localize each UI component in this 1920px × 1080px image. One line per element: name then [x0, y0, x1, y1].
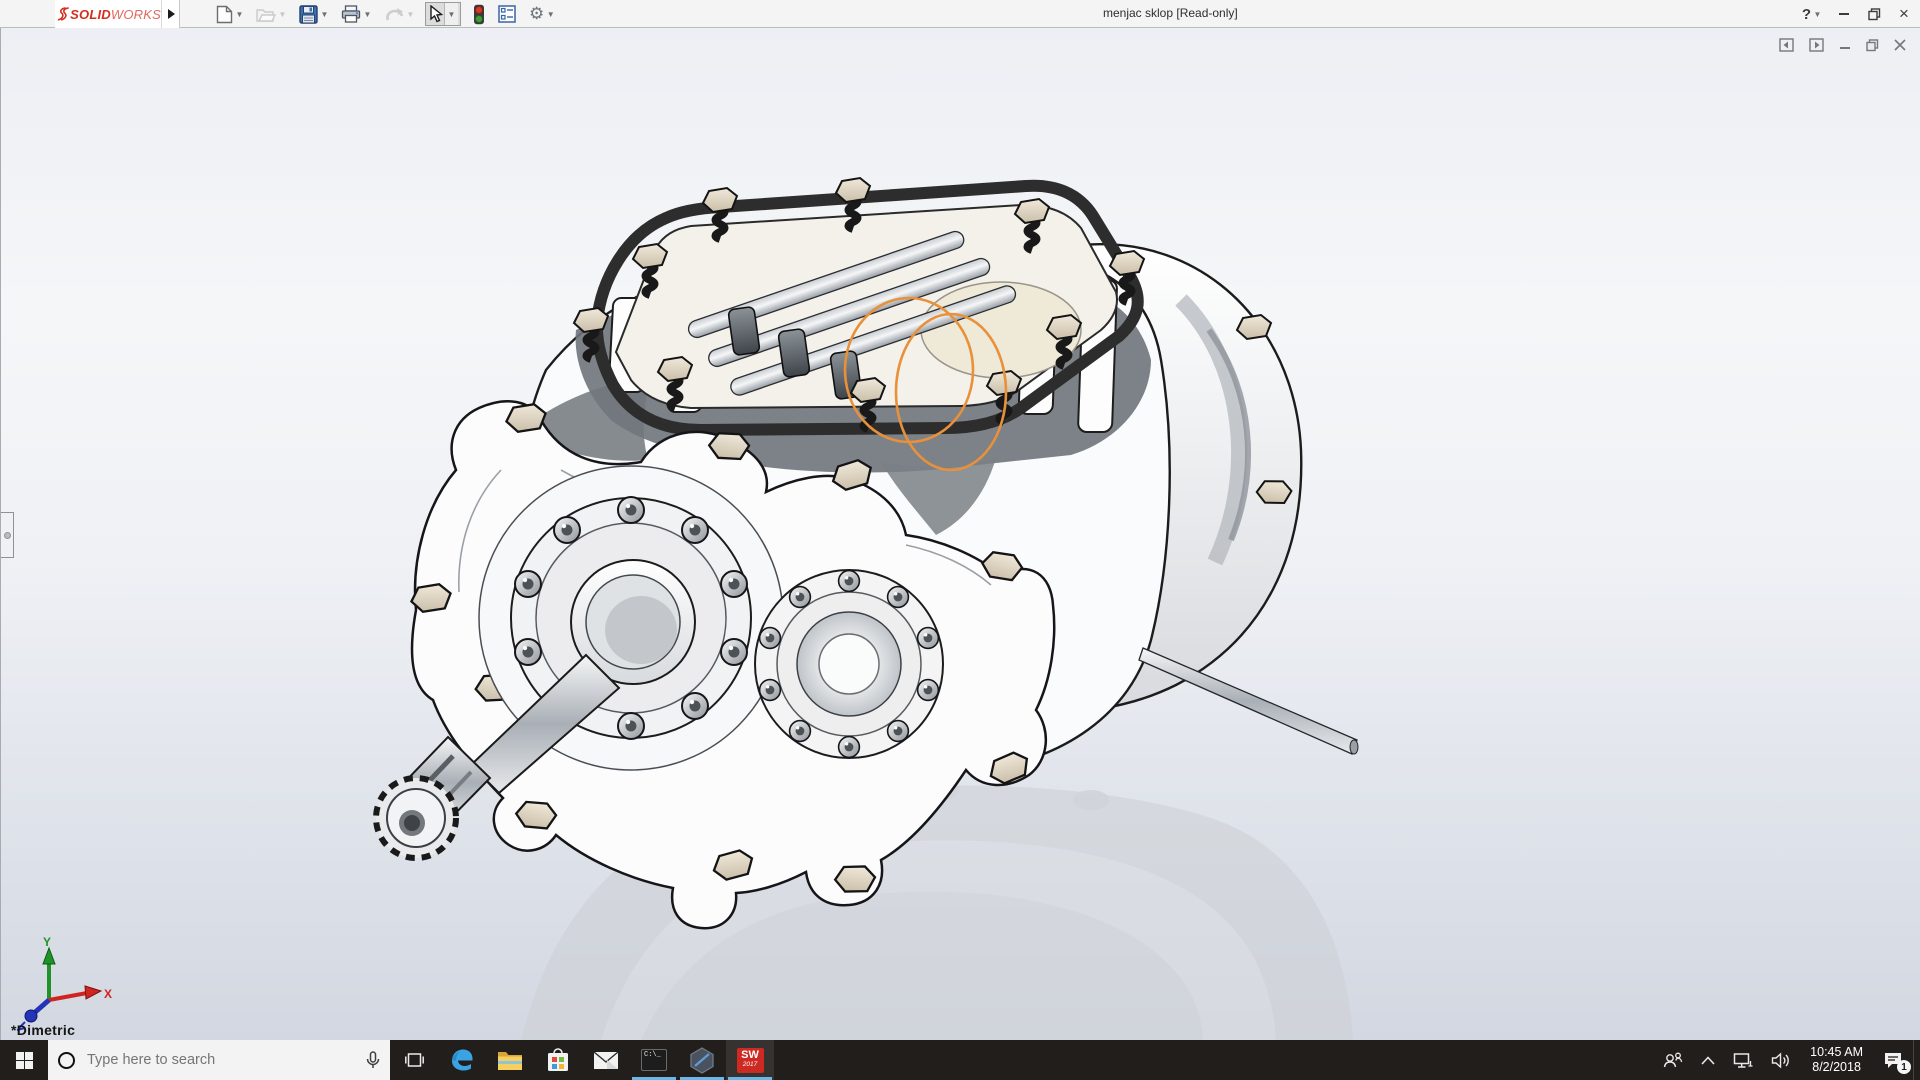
select-tool-button[interactable]: ▼	[425, 2, 461, 26]
select-tool-dropdown[interactable]: ▼	[444, 3, 458, 25]
taskbar-app-composer[interactable]	[678, 1040, 726, 1080]
orientation-triad: Y X	[17, 935, 112, 1030]
notification-badge: 1	[1897, 1060, 1911, 1074]
command-prompt-icon: C:\_	[641, 1049, 667, 1071]
output-rod[interactable]	[1139, 648, 1358, 754]
task-view-button[interactable]	[390, 1040, 438, 1080]
taskbar-app-solidworks-2017[interactable]: SW 2017	[726, 1040, 774, 1080]
new-document-button[interactable]	[216, 4, 233, 24]
open-dropdown[interactable]: ▼	[278, 10, 287, 19]
clock-date: 8/2/2018	[1812, 1060, 1861, 1075]
taskbar-app-file-explorer[interactable]	[486, 1040, 534, 1080]
open-button[interactable]	[256, 4, 276, 24]
taskbar-app-mail[interactable]	[582, 1040, 630, 1080]
triad-y-label: Y	[43, 935, 51, 949]
undo-dropdown[interactable]: ▼	[406, 10, 415, 19]
taskbar-app-command-prompt[interactable]: C:\_	[630, 1040, 678, 1080]
undo-button[interactable]	[384, 4, 404, 24]
solidworks-logo: SOLIDWORKS	[55, 0, 161, 28]
restore-button[interactable]	[1866, 6, 1882, 22]
menu-expand-arrow[interactable]	[161, 0, 180, 28]
triad-x-label: X	[104, 987, 112, 1001]
file-explorer-icon	[497, 1049, 523, 1071]
microphone-icon[interactable]	[366, 1051, 380, 1070]
chevron-up-icon	[1701, 1056, 1715, 1065]
people-icon	[1663, 1051, 1683, 1069]
network-icon	[1733, 1052, 1753, 1069]
action-center-button[interactable]: 1	[1873, 1040, 1913, 1080]
search-input[interactable]	[85, 1051, 356, 1069]
windows-logo-icon	[16, 1052, 33, 1069]
save-dropdown[interactable]: ▼	[320, 10, 329, 19]
task-view-icon	[405, 1052, 424, 1068]
people-button[interactable]	[1654, 1040, 1692, 1080]
taskbar-app-store[interactable]	[534, 1040, 582, 1080]
save-button[interactable]	[299, 4, 318, 24]
taskbar-search[interactable]	[48, 1040, 390, 1080]
composer-hexagon-icon	[689, 1047, 715, 1074]
taskbar-app-edge[interactable]	[438, 1040, 486, 1080]
app-titlebar: SOLIDWORKS ▼ ▼ ▼ ▼ ▼ ▼	[0, 0, 1920, 28]
document-title: menjac sklop [Read-only]	[1103, 6, 1238, 20]
options-gear-button[interactable]: ⚙	[529, 4, 544, 24]
show-desktop-button[interactable]	[1913, 1040, 1920, 1080]
graphics-viewport[interactable]: Y X *Dimetric	[0, 28, 1920, 1040]
mail-icon	[593, 1051, 619, 1070]
clock-time: 10:45 AM	[1810, 1045, 1863, 1060]
help-button[interactable]: ?▼	[1802, 6, 1822, 23]
edge-icon	[449, 1047, 475, 1073]
store-icon	[546, 1048, 570, 1073]
gearbox-3d-model[interactable]: Y X	[1, 28, 1920, 1040]
close-button[interactable]: ×	[1896, 6, 1912, 22]
help-dropdown[interactable]: ▼	[1813, 10, 1822, 19]
brand-text: SOLIDWORKS	[70, 7, 161, 22]
network-button[interactable]	[1724, 1040, 1762, 1080]
cortana-icon	[58, 1052, 75, 1069]
view-orientation-label: *Dimetric	[11, 1022, 75, 1038]
minimize-button[interactable]	[1836, 6, 1852, 22]
rebuild-traffic-light-button[interactable]	[473, 4, 485, 24]
secondary-flange[interactable]	[755, 570, 943, 758]
windows-taskbar: C:\_ SW 2017	[0, 1040, 1920, 1080]
tray-overflow-button[interactable]	[1692, 1040, 1724, 1080]
standard-toolbar: ▼ ▼ ▼ ▼ ▼ ▼ ⚙ ▼	[210, 0, 555, 28]
print-button[interactable]	[341, 4, 361, 24]
print-dropdown[interactable]: ▼	[363, 10, 372, 19]
solidworks-2017-icon: SW 2017	[737, 1048, 764, 1073]
new-document-dropdown[interactable]: ▼	[235, 10, 244, 19]
taskbar-clock[interactable]: 10:45 AM 8/2/2018	[1800, 1040, 1873, 1080]
start-button[interactable]	[0, 1040, 48, 1080]
file-properties-button[interactable]	[498, 4, 516, 24]
volume-button[interactable]	[1762, 1040, 1800, 1080]
select-cursor-icon	[428, 5, 444, 23]
options-dropdown[interactable]: ▼	[546, 10, 555, 19]
speaker-icon	[1771, 1052, 1791, 1069]
system-tray: 10:45 AM 8/2/2018 1	[1654, 1040, 1920, 1080]
solidworks-logo-icon	[55, 5, 70, 23]
